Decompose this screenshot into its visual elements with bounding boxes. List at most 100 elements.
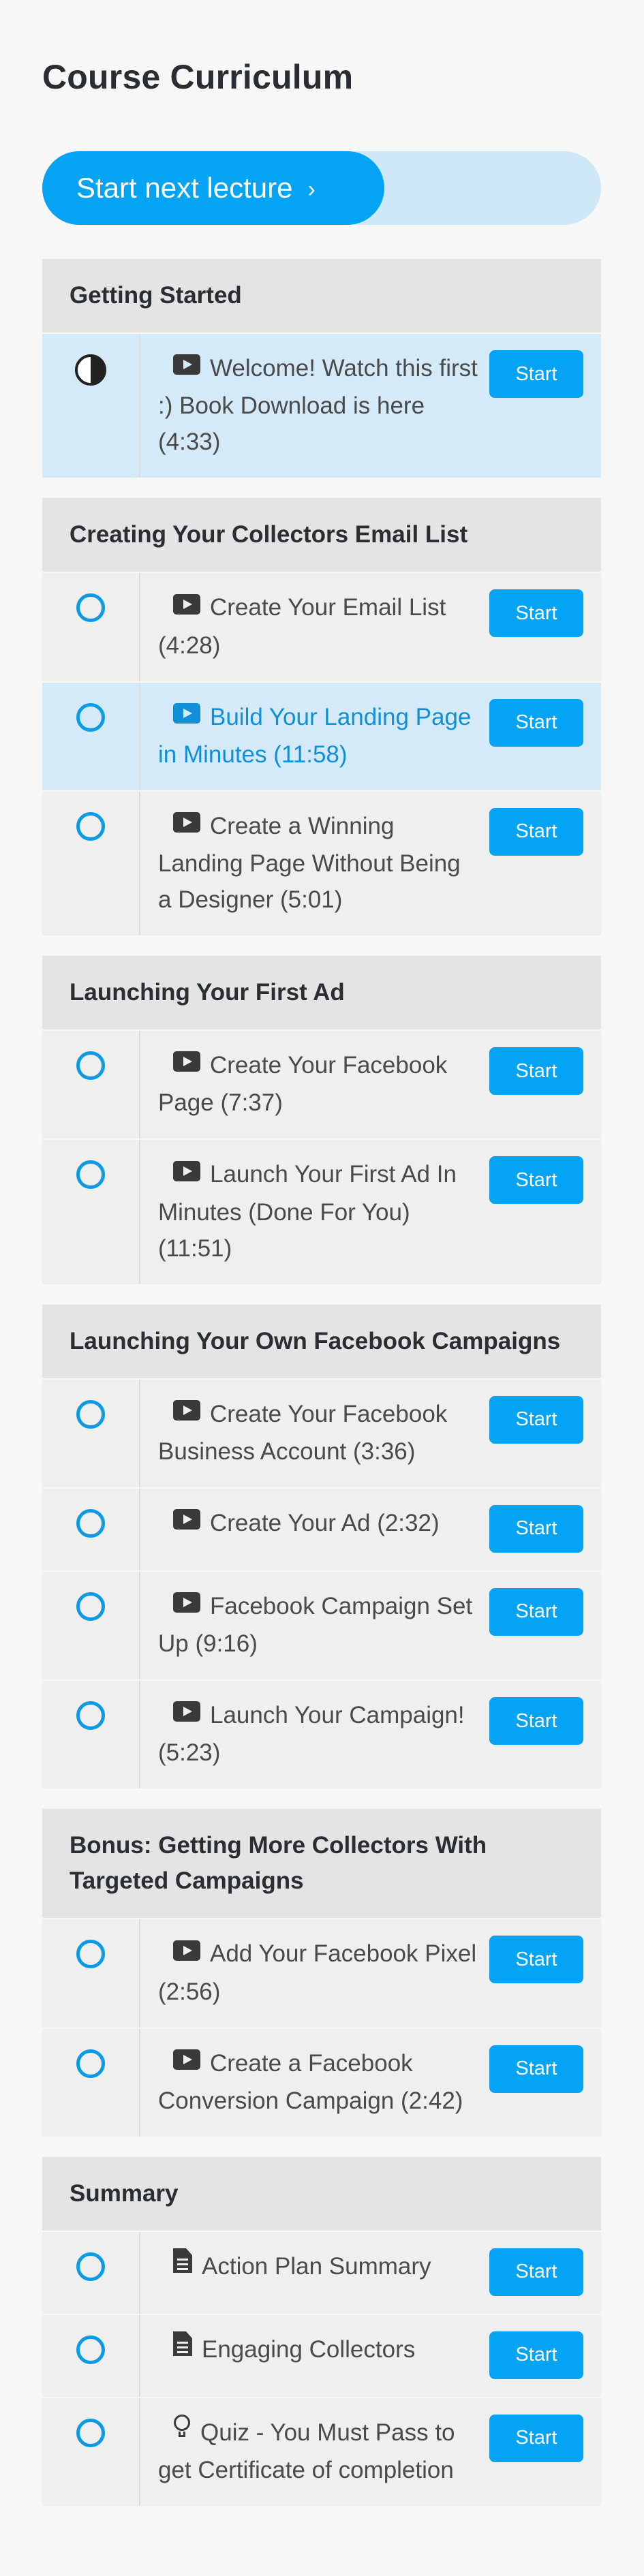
- lecture-title[interactable]: Create Your Email List (4:28): [158, 589, 478, 663]
- play-icon: [173, 1155, 200, 1192]
- lecture-title-text: Launch Your Campaign! (5:23): [158, 1702, 465, 1767]
- status-cell: [42, 1681, 140, 1789]
- lecture-item[interactable]: Launch Your Campaign! (5:23) Start: [42, 1681, 601, 1790]
- lecture-content: Create Your Facebook Business Account (3…: [140, 1380, 601, 1487]
- lecture-item[interactable]: Facebook Campaign Set Up (9:16) Start: [42, 1571, 601, 1681]
- start-lecture-button[interactable]: Start: [489, 2045, 583, 2093]
- start-lecture-button[interactable]: Start: [489, 807, 583, 856]
- incomplete-circle-icon[interactable]: [76, 1051, 105, 1080]
- lecture-item[interactable]: Build Your Landing Page in Minutes (11:5…: [42, 682, 601, 792]
- start-lecture-button[interactable]: Start: [489, 1047, 583, 1095]
- curriculum-list: Getting Started Welcome! Watch this first…: [42, 259, 601, 2526]
- curriculum-section: Launching Your First Ad Create Your Faceb…: [42, 956, 601, 1286]
- section-title: Summary: [42, 2156, 601, 2232]
- incomplete-circle-icon[interactable]: [76, 2335, 105, 2364]
- lecture-title-text: Create Your Email List (4:28): [158, 594, 446, 659]
- lecture-content: Quiz - You Must Pass to get Certificate …: [140, 2398, 601, 2506]
- status-cell: [42, 1031, 140, 1139]
- lecture-item[interactable]: Create Your Facebook Business Account (3…: [42, 1379, 601, 1489]
- status-cell: [42, 1919, 140, 2028]
- lecture-title[interactable]: Launch Your Campaign! (5:23): [158, 1697, 478, 1771]
- incomplete-circle-icon[interactable]: [76, 1701, 105, 1730]
- lecture-item[interactable]: Launch Your First Ad In Minutes (Done Fo…: [42, 1140, 601, 1286]
- incomplete-circle-icon[interactable]: [76, 593, 105, 623]
- lecture-item[interactable]: Create a Facebook Conversion Campaign (2…: [42, 2028, 601, 2138]
- play-icon: [173, 1587, 200, 1623]
- lecture-content: Build Your Landing Page in Minutes (11:5…: [140, 683, 601, 790]
- start-lecture-button[interactable]: Start: [489, 1936, 583, 1984]
- start-lecture-button[interactable]: Start: [489, 698, 583, 747]
- document-icon: [173, 2330, 192, 2366]
- lecture-title[interactable]: Engaging Collectors: [158, 2331, 415, 2379]
- curriculum-section: Bonus: Getting More Collectors With Targ…: [42, 1809, 601, 2138]
- lecture-title[interactable]: Build Your Landing Page in Minutes (11:5…: [158, 699, 478, 773]
- start-lecture-button[interactable]: Start: [489, 1504, 583, 1553]
- section-title: Launching Your Own Facebook Campaigns: [42, 1304, 601, 1380]
- lecture-title-text: Create Your Facebook Business Account (3…: [158, 1400, 448, 1465]
- start-lecture-button[interactable]: Start: [489, 2331, 583, 2379]
- lecture-item[interactable]: Welcome! Watch this first :) Book Downlo…: [42, 334, 601, 480]
- incomplete-circle-icon[interactable]: [76, 702, 105, 732]
- start-lecture-button[interactable]: Start: [489, 350, 583, 398]
- incomplete-circle-icon[interactable]: [76, 2252, 105, 2281]
- incomplete-circle-icon[interactable]: [76, 811, 105, 841]
- lecture-item[interactable]: Create Your Email List (4:28) Start: [42, 573, 601, 683]
- lecture-item[interactable]: Quiz - You Must Pass to get Certificate …: [42, 2397, 601, 2507]
- lecture-title[interactable]: Action Plan Summary: [158, 2248, 431, 2296]
- play-icon: [173, 698, 200, 734]
- lecture-content: Welcome! Watch this first :) Book Downlo…: [140, 334, 601, 478]
- start-lecture-button[interactable]: Start: [489, 2248, 583, 2296]
- lecture-title[interactable]: Create a Winning Landing Page Without Be…: [158, 808, 478, 918]
- lecture-item[interactable]: Action Plan Summary Start: [42, 2231, 601, 2315]
- play-icon: [173, 807, 200, 843]
- status-cell: [42, 2397, 140, 2506]
- start-lecture-button[interactable]: Start: [489, 1587, 583, 1636]
- lecture-title-text: Build Your Landing Page in Minutes (11:5…: [158, 703, 472, 768]
- play-icon: [173, 1395, 200, 1431]
- play-icon: [173, 349, 200, 385]
- incomplete-circle-icon[interactable]: [76, 1940, 105, 1969]
- start-next-lecture-button[interactable]: Start next lecture ›: [42, 151, 384, 225]
- incomplete-circle-icon[interactable]: [76, 2418, 105, 2447]
- lecture-title[interactable]: Create a Facebook Conversion Campaign (2…: [158, 2045, 478, 2119]
- lecture-item[interactable]: Add Your Facebook Pixel (2:56) Start: [42, 1919, 601, 2029]
- start-lecture-button[interactable]: Start: [489, 1156, 583, 1205]
- lecture-content: Facebook Campaign Set Up (9:16) Start: [140, 1572, 601, 1679]
- lecture-item[interactable]: Engaging Collectors Start: [42, 2314, 601, 2398]
- incomplete-circle-icon[interactable]: [76, 1592, 105, 1621]
- incomplete-circle-icon[interactable]: [76, 1399, 105, 1429]
- lecture-title[interactable]: Welcome! Watch this first :) Book Downlo…: [158, 350, 478, 460]
- lecture-title-text: Welcome! Watch this first :) Book Downlo…: [158, 355, 478, 456]
- curriculum-section: Getting Started Welcome! Watch this first…: [42, 259, 601, 480]
- in-progress-icon[interactable]: [75, 354, 106, 386]
- lecture-content: Add Your Facebook Pixel (2:56) Start: [140, 1919, 601, 2027]
- section-title: Launching Your First Ad: [42, 956, 601, 1031]
- page-title: Course Curriculum: [42, 58, 354, 96]
- lecture-content: Launch Your Campaign! (5:23) Start: [140, 1681, 601, 1788]
- section-title: Creating Your Collectors Email List: [42, 498, 601, 574]
- lecture-title-text: Engaging Collectors: [202, 2336, 416, 2363]
- lecture-title[interactable]: Quiz - You Must Pass to get Certificate …: [158, 2415, 478, 2488]
- lecture-title[interactable]: Create Your Ad (2:32): [158, 1505, 440, 1553]
- incomplete-circle-icon[interactable]: [76, 1160, 105, 1190]
- lecture-title[interactable]: Facebook Campaign Set Up (9:16): [158, 1588, 478, 1662]
- status-cell: [42, 791, 140, 935]
- lecture-title[interactable]: Add Your Facebook Pixel (2:56): [158, 1936, 478, 2009]
- lecture-title[interactable]: Create Your Facebook Business Account (3…: [158, 1396, 478, 1470]
- play-icon: [173, 1696, 200, 1732]
- lecture-title[interactable]: Create Your Facebook Page (7:37): [158, 1047, 478, 1121]
- status-cell: [42, 1379, 140, 1487]
- lecture-item[interactable]: Create Your Facebook Page (7:37) Start: [42, 1031, 601, 1140]
- lecture-title-text: Launch Your First Ad In Minutes (Done Fo…: [158, 1161, 457, 1262]
- incomplete-circle-icon[interactable]: [76, 1508, 105, 1538]
- lecture-item[interactable]: Create a Winning Landing Page Without Be…: [42, 791, 601, 937]
- lecture-item[interactable]: Create Your Ad (2:32) Start: [42, 1488, 601, 1572]
- lecture-title[interactable]: Launch Your First Ad In Minutes (Done Fo…: [158, 1156, 478, 1266]
- status-cell: [42, 1488, 140, 1570]
- lecture-title-text: Create Your Ad (2:32): [210, 1509, 440, 1536]
- incomplete-circle-icon[interactable]: [76, 2049, 105, 2078]
- start-lecture-button[interactable]: Start: [489, 1697, 583, 1745]
- start-lecture-button[interactable]: Start: [489, 1395, 583, 1444]
- start-lecture-button[interactable]: Start: [489, 589, 583, 638]
- start-lecture-button[interactable]: Start: [489, 2414, 583, 2462]
